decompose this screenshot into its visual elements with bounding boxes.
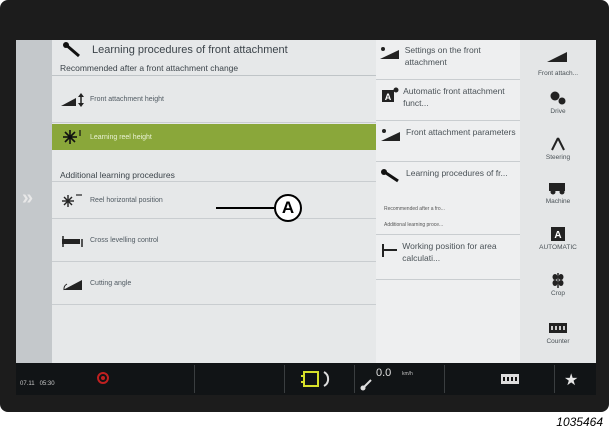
- wrench-icon: [60, 40, 84, 60]
- menu-item-cross-levelling-control[interactable]: Cross levelling control: [52, 220, 388, 262]
- recommended-subtitle: Recommended after a front attachment cha…: [52, 60, 388, 76]
- category-crop[interactable]: Crop: [520, 272, 596, 316]
- clock-date: 07.11 05:30: [20, 381, 55, 387]
- submenu-item-settings[interactable]: Settings on the front attachment: [376, 40, 520, 80]
- wedge-icon: [376, 40, 405, 60]
- combine-icon: [520, 180, 596, 196]
- front-attachment-submenu: Settings on the front attachment A Autom…: [376, 40, 520, 363]
- cross-level-icon: [60, 231, 84, 251]
- display-bezel: » Learning procedures of front attachmen…: [0, 0, 609, 412]
- category-steering[interactable]: Steering: [520, 136, 596, 176]
- counter-icon: [520, 320, 596, 336]
- reel-icon: [60, 127, 84, 147]
- page-title: Learning procedures of front attachment: [92, 44, 288, 56]
- wedge-icon: [520, 44, 596, 68]
- position-icon: [376, 236, 402, 258]
- category-front-attachment[interactable]: Front attach...: [520, 44, 596, 88]
- cutting-angle-icon: [60, 274, 84, 294]
- pane-title-row: Learning procedures of front attachment: [52, 40, 388, 60]
- auto-a-icon: A: [520, 226, 596, 242]
- speed-unit: km/h: [402, 371, 413, 377]
- gears-icon: [520, 90, 596, 106]
- divider: [194, 365, 195, 393]
- speed-needle-icon: [360, 377, 374, 395]
- category-counter[interactable]: Counter: [520, 320, 596, 360]
- height-icon: [60, 90, 84, 110]
- divider: [284, 365, 285, 393]
- submenu-item-working-position[interactable]: Working position for area calculati...: [376, 236, 520, 280]
- wedge-icon: [376, 122, 406, 142]
- callout-leader-line: [216, 207, 274, 209]
- favorites-star-icon[interactable]: ★: [564, 370, 578, 390]
- svg-text:A: A: [554, 230, 561, 241]
- menu-item-learning-reel-height[interactable]: Learning reel height: [52, 124, 388, 150]
- submenu-item-automatic-functions[interactable]: A Automatic front attachment funct...: [376, 81, 520, 121]
- divider: [354, 365, 355, 393]
- category-automatic[interactable]: A AUTOMATIC: [520, 226, 596, 268]
- reel-horizontal-icon: [60, 191, 84, 211]
- category-machine[interactable]: Machine: [520, 180, 596, 222]
- category-drive[interactable]: Drive: [520, 90, 596, 132]
- status-bar: 07.11 05:30 0.0 km/h ★: [16, 363, 596, 395]
- wrench-icon: [376, 163, 406, 183]
- menu-item-front-attachment-height[interactable]: Front attachment height: [52, 77, 388, 123]
- speed-value: 0.0: [376, 367, 392, 379]
- menu-item-cutting-angle[interactable]: Cutting angle: [52, 263, 388, 305]
- expand-chevron-icon[interactable]: »: [22, 188, 33, 208]
- alarm-icon[interactable]: [96, 371, 110, 390]
- counter-icon[interactable]: [500, 372, 520, 391]
- callout-a: A: [274, 194, 302, 222]
- divider: [554, 365, 555, 393]
- additional-section-header: Additional learning procedures: [52, 168, 388, 182]
- menu-item-reel-horizontal-position[interactable]: Reel horizontal position: [52, 183, 388, 219]
- steering-icon: [520, 136, 596, 152]
- submenu-item-learning-procedures[interactable]: Learning procedures of fr... Recommended…: [376, 163, 520, 235]
- crop-grain-icon: [520, 272, 596, 288]
- submenu-sub-additional[interactable]: Additional learning proce...: [384, 222, 443, 228]
- svg-text:A: A: [384, 92, 391, 102]
- submenu-sub-recommended[interactable]: Recommended after a fro...: [384, 206, 445, 212]
- figure-number: 1035464: [556, 415, 603, 429]
- terminal-screen: » Learning procedures of front attachmen…: [16, 40, 596, 395]
- learning-procedures-pane: Learning procedures of front attachment …: [52, 40, 388, 363]
- main-category-menu: Front attach... Drive Steering Machine A…: [520, 40, 596, 363]
- auto-a-icon: A: [376, 81, 403, 103]
- divider: [444, 365, 445, 393]
- header-status-icon[interactable]: [300, 367, 340, 395]
- submenu-item-parameters[interactable]: Front attachment parameters: [376, 122, 520, 162]
